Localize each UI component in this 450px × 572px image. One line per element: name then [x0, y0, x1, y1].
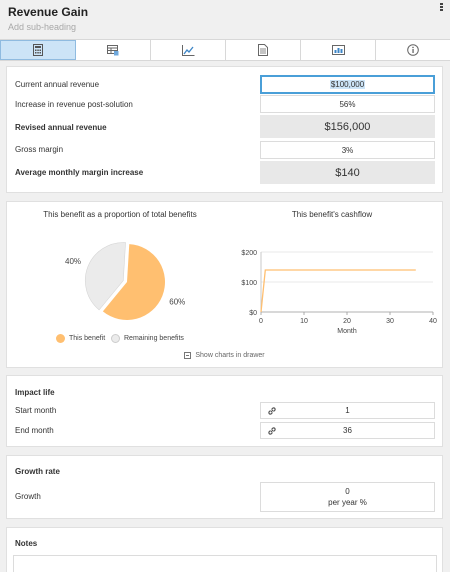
document-icon: [258, 44, 268, 56]
tab-chart[interactable]: [151, 40, 226, 60]
start-month-input[interactable]: 1: [260, 402, 435, 419]
revised-revenue-label: Revised annual revenue: [15, 123, 107, 132]
start-month-label: Start month: [15, 406, 57, 415]
presentation-chart-icon: [331, 44, 345, 55]
growth-rate-title: Growth rate: [15, 467, 60, 476]
tab-info[interactable]: [376, 40, 450, 60]
pie-chart-title: This benefit as a proportion of total be…: [43, 210, 197, 219]
x-axis-label: Month: [337, 328, 357, 335]
pie-label-1: 40%: [65, 257, 81, 266]
legend-remaining-benefits: Remaining benefits: [111, 334, 184, 343]
x-tick-label: 20: [343, 318, 351, 325]
line-chart-title: This benefit's cashflow: [291, 210, 373, 219]
revised-revenue-value: $156,000: [260, 115, 435, 138]
tab-bar: [0, 39, 450, 61]
y-tick-label: $200: [241, 250, 257, 257]
y-tick-label: $100: [241, 280, 257, 287]
line-chart-icon: [181, 44, 194, 56]
link-icon[interactable]: [267, 426, 277, 436]
revenue-card: Current annual revenue $100,000 Increase…: [6, 66, 443, 193]
pie-chart: 60% 40%: [65, 242, 185, 320]
notes-title: Notes: [15, 539, 38, 548]
calculator-icon: [33, 44, 43, 56]
x-tick-label: 10: [300, 318, 308, 325]
gross-margin-label: Gross margin: [15, 145, 64, 154]
gross-margin-input[interactable]: 3%: [260, 141, 435, 159]
notes-card: Notes: [6, 527, 443, 572]
drawer-label: Show charts in drawer: [195, 352, 265, 359]
legend-this-benefit: This benefit: [56, 334, 105, 343]
cashflow-series-line: [260, 269, 416, 313]
x-tick-label: 40: [429, 318, 437, 325]
growth-unit: per year %: [328, 498, 367, 507]
notes-textarea[interactable]: [13, 555, 437, 572]
charts-card: This benefit as a proportion of total be…: [6, 201, 443, 368]
tab-presentation[interactable]: [301, 40, 376, 60]
x-tick-label: 30: [386, 318, 394, 325]
end-month-label: End month: [15, 426, 54, 435]
growth-value: 0: [345, 487, 350, 496]
show-charts-drawer-button[interactable]: Show charts in drawer: [7, 352, 442, 359]
drawer-icon: [184, 352, 192, 359]
menu-icon[interactable]: [440, 3, 444, 12]
growth-rate-card: Growth rate Growth 0 per year %: [6, 455, 443, 519]
line-chart: $0 $100 $200 0 10 20 30 40 Month: [241, 250, 437, 335]
start-month-value: 1: [345, 406, 350, 415]
current-revenue-value: $100,000: [329, 80, 366, 89]
legend-this-dot: [56, 334, 65, 343]
info-icon: [407, 44, 419, 56]
tab-document[interactable]: [226, 40, 301, 60]
current-revenue-label: Current annual revenue: [15, 80, 100, 89]
growth-label: Growth: [15, 492, 41, 501]
link-icon[interactable]: [267, 406, 277, 416]
page-title: Revenue Gain: [8, 5, 89, 19]
end-month-value: 36: [343, 426, 352, 435]
avg-margin-label: Average monthly margin increase: [15, 168, 144, 177]
legend-this-label: This benefit: [69, 335, 106, 342]
tab-table[interactable]: [76, 40, 151, 60]
header: Revenue Gain Add sub-heading: [0, 0, 450, 40]
avg-margin-value: $140: [260, 161, 435, 184]
sub-heading[interactable]: Add sub-heading: [8, 22, 442, 32]
tab-calculator[interactable]: [0, 40, 76, 60]
impact-life-card: Impact life Start month 1 End month 36: [6, 375, 443, 447]
pie-label-0: 60%: [169, 298, 185, 307]
y-tick-label: $0: [249, 310, 257, 317]
end-month-input[interactable]: 36: [260, 422, 435, 439]
table-edit-icon: [107, 44, 119, 55]
increase-revenue-input[interactable]: 56%: [260, 95, 435, 113]
impact-life-title: Impact life: [15, 388, 55, 397]
increase-revenue-label: Increase in revenue post-solution: [15, 100, 133, 109]
growth-input[interactable]: 0 per year %: [260, 482, 435, 512]
legend-remaining-dot: [111, 334, 120, 343]
current-revenue-input[interactable]: $100,000: [260, 75, 435, 94]
x-tick-label: 0: [259, 318, 263, 325]
legend-remaining-label: Remaining benefits: [124, 335, 184, 342]
